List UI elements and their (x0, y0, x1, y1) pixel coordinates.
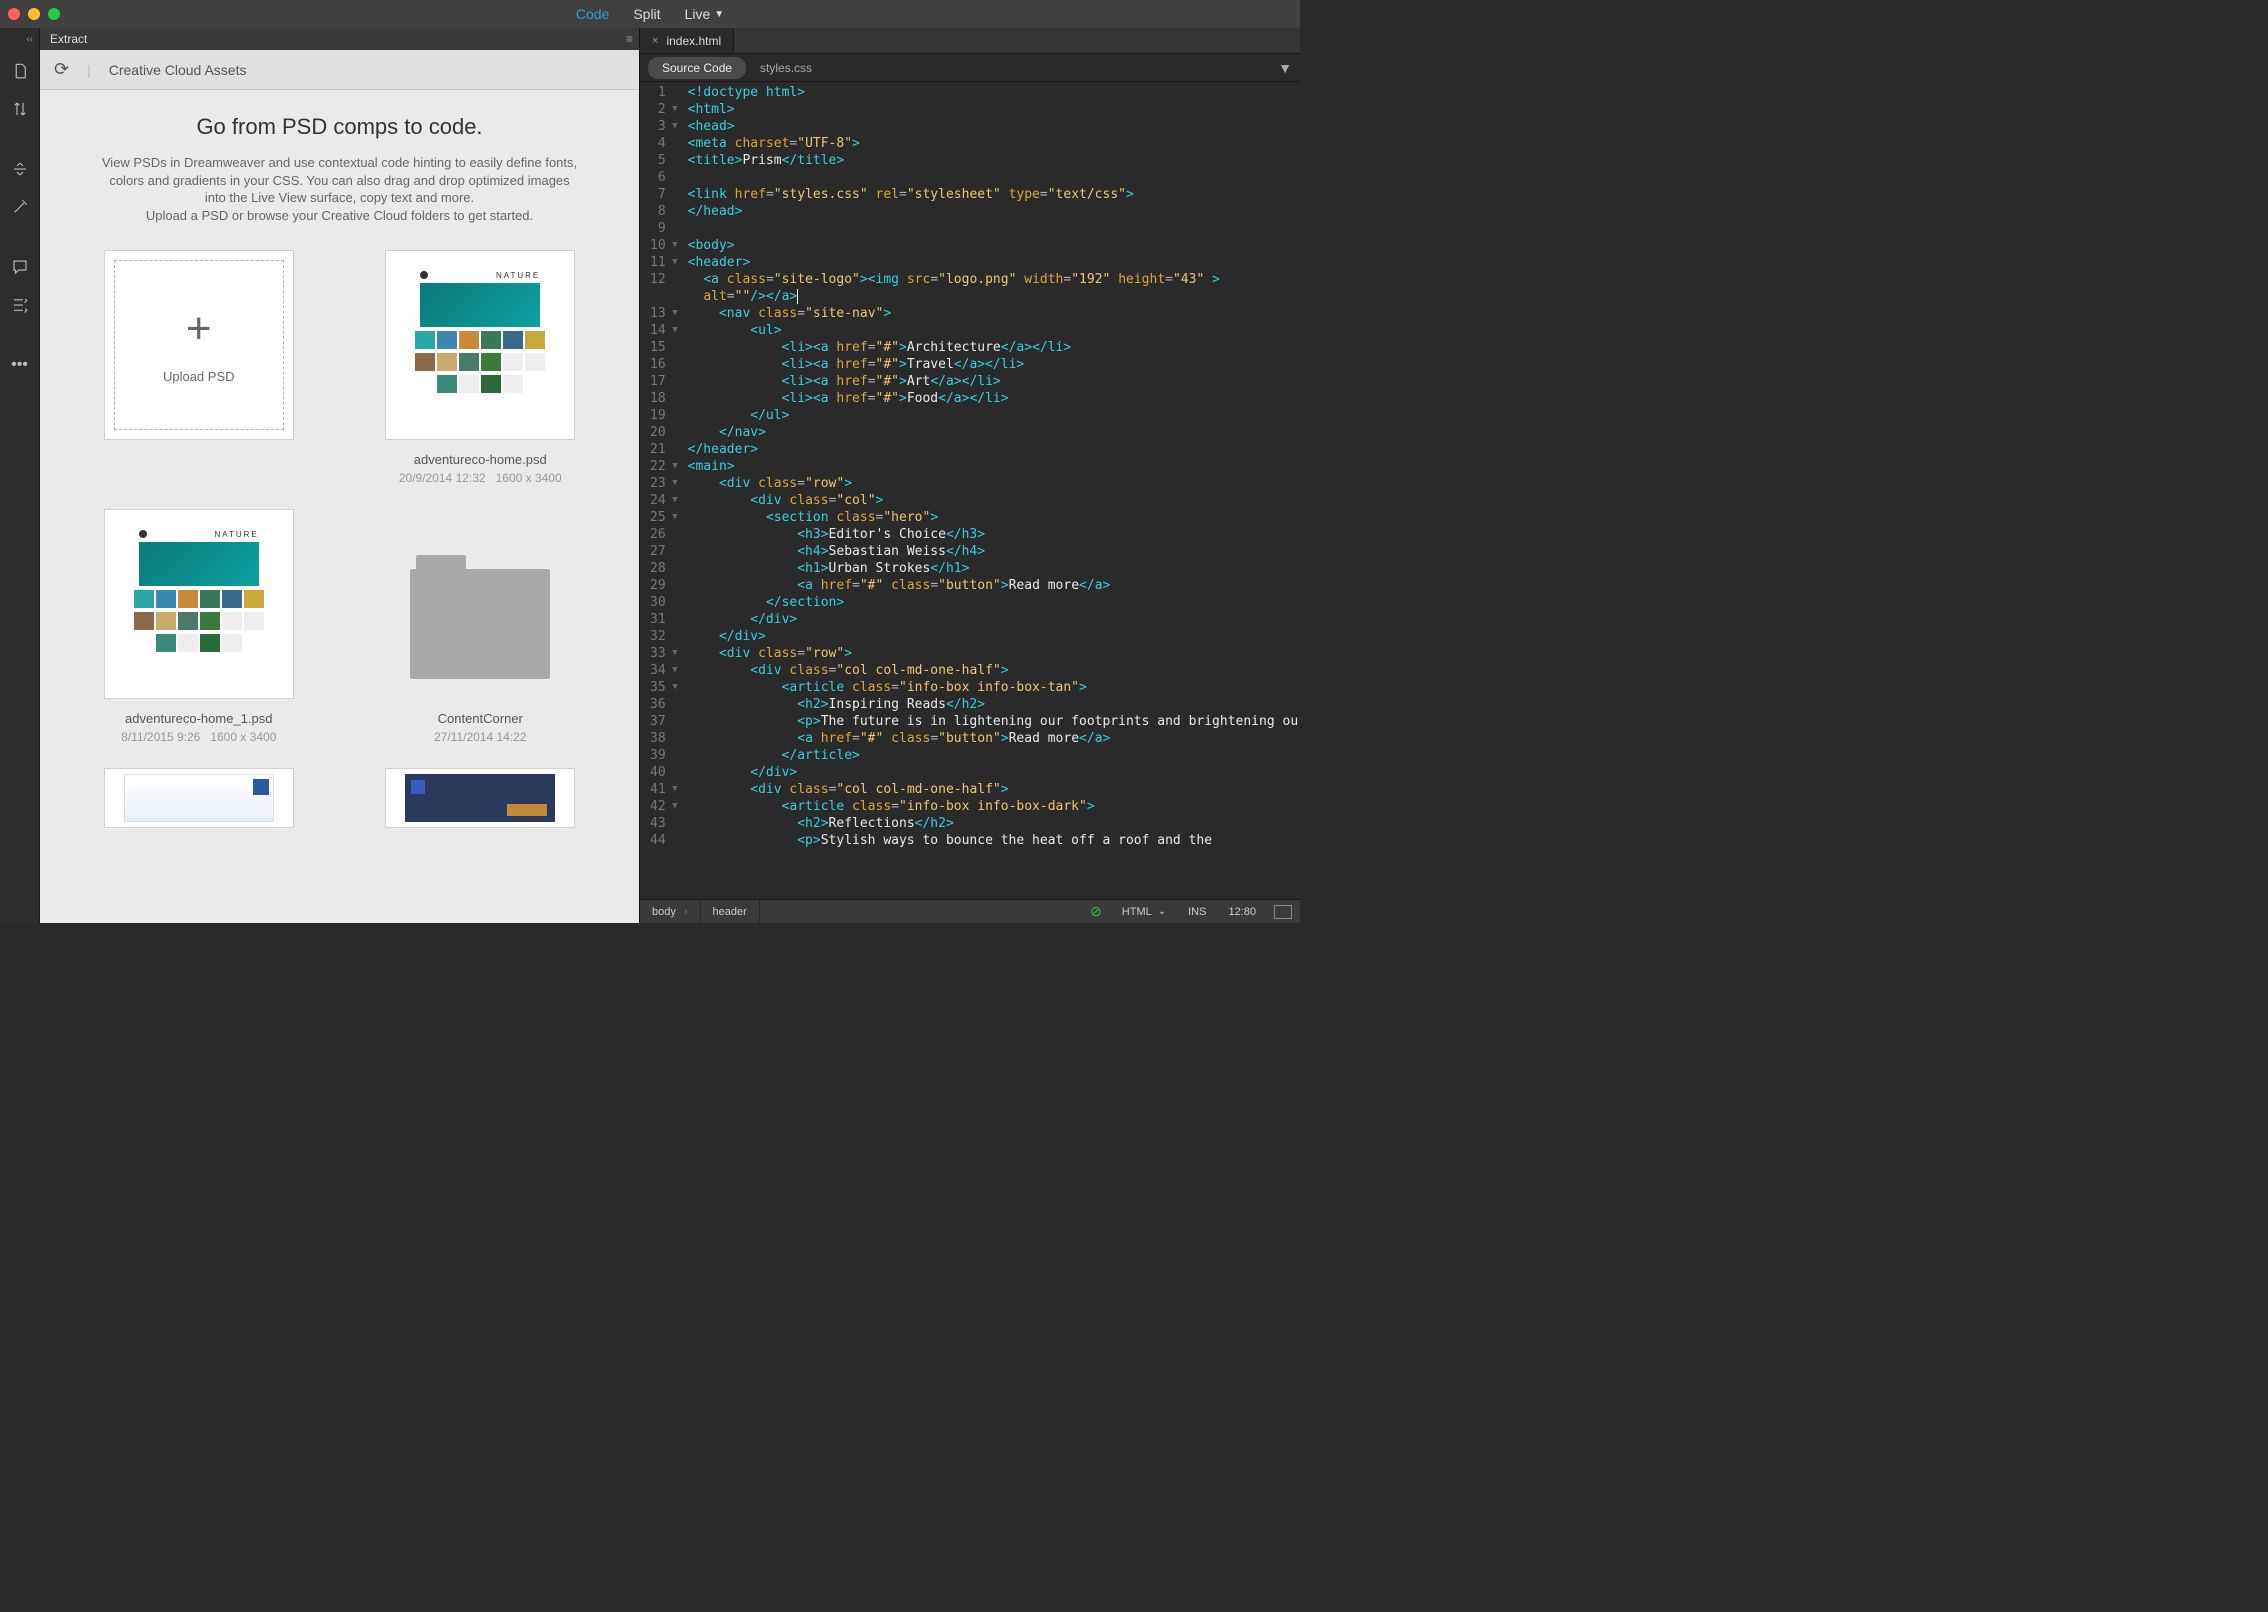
extract-content: Go from PSD comps to code. View PSDs in … (40, 90, 639, 923)
panel-menu-icon[interactable]: ≡ (626, 32, 633, 46)
chevron-down-icon: ⌄ (1158, 906, 1166, 917)
collapse-rail-icon[interactable]: ‹‹ (26, 34, 33, 45)
language-selector[interactable]: HTML⌄ (1112, 906, 1176, 918)
breadcrumb-body[interactable]: body (640, 900, 701, 923)
insert-mode[interactable]: INS (1176, 906, 1218, 918)
more-icon[interactable]: ••• (8, 353, 32, 377)
file-tabs: × index.html (640, 28, 1300, 54)
file-icon[interactable] (8, 59, 32, 83)
extract-panel-title: Extract (50, 32, 87, 46)
close-tab-icon[interactable]: × (652, 35, 658, 47)
checklist-icon[interactable] (8, 293, 32, 317)
source-tab-source-code[interactable]: Source Code (648, 57, 746, 79)
folder-name: ContentCorner (360, 711, 602, 726)
arrows-vertical-icon[interactable] (8, 97, 32, 121)
cursor-position: 12:80 (1218, 906, 1266, 918)
status-bar: body header ⊘ HTML⌄ INS 12:80 (640, 899, 1300, 923)
source-tabs: Source Code styles.css ▼ (640, 54, 1300, 82)
window-controls (8, 8, 60, 20)
psd-filename: adventureco-home_1.psd (78, 711, 320, 726)
line-number-gutter: 12▼3▼45678910▼11▼1213▼14▼151617181920212… (640, 82, 682, 899)
upload-label: Upload PSD (163, 369, 235, 384)
view-mode-code[interactable]: Code (576, 6, 609, 22)
comment-icon[interactable] (8, 255, 32, 279)
divider: | (87, 62, 91, 78)
view-mode-live-label: Live (685, 6, 711, 22)
cc-assets-label: Creative Cloud Assets (109, 62, 247, 78)
psd-item[interactable]: NATURE adventureco-home_1.psd 8/11/2015 … (78, 509, 320, 744)
zoom-window-icon[interactable] (48, 8, 60, 20)
view-mode-switcher: Code Split Live ▼ (576, 6, 724, 22)
psd-date: 8/11/2015 9:26 (121, 730, 200, 744)
folder-icon (410, 569, 550, 679)
minimize-window-icon[interactable] (28, 8, 40, 20)
view-mode-live[interactable]: Live ▼ (685, 6, 725, 22)
folder-item[interactable]: ContentCorner 27/11/2014 14:22 (360, 509, 602, 744)
extract-heading: Go from PSD comps to code. (58, 114, 621, 140)
code-content[interactable]: <!doctype html><html><head><meta charset… (682, 82, 1300, 899)
cc-assets-bar[interactable]: ⟳ | Creative Cloud Assets (40, 50, 639, 90)
file-tab[interactable]: × index.html (640, 28, 734, 53)
extract-panel: Extract ≡ ⟳ | Creative Cloud Assets Go f… (40, 28, 640, 923)
extract-description: View PSDs in Dreamweaver and use context… (100, 154, 580, 224)
creative-cloud-icon: ⟳ (54, 59, 69, 80)
psd-dims: 1600 x 3400 (496, 471, 562, 485)
psd-date: 20/9/2014 12:32 (399, 471, 486, 485)
code-editor-panel: × index.html Source Code styles.css ▼ 12… (640, 28, 1300, 923)
filter-icon[interactable]: ▼ (1278, 60, 1292, 76)
breadcrumb-header[interactable]: header (701, 900, 760, 923)
plus-icon: + (186, 307, 212, 351)
view-mode-split[interactable]: Split (633, 6, 660, 22)
source-tab-styles[interactable]: styles.css (746, 57, 826, 79)
status-ok-icon[interactable]: ⊘ (1080, 903, 1112, 920)
close-window-icon[interactable] (8, 8, 20, 20)
chevron-down-icon: ▼ (714, 9, 724, 20)
file-tab-label: index.html (666, 34, 721, 48)
psd-dims: 1600 x 3400 (210, 730, 276, 744)
expand-icon[interactable] (8, 157, 32, 181)
psd-item[interactable] (78, 768, 320, 840)
upload-psd-card[interactable]: + Upload PSD (78, 250, 320, 485)
psd-filename: adventureco-home.psd (360, 452, 602, 467)
extract-panel-header: Extract ≡ (40, 28, 639, 50)
code-editor[interactable]: 12▼3▼45678910▼11▼1213▼14▼151617181920212… (640, 82, 1300, 899)
psd-item[interactable]: NATURE adventureco-home.psd 20/9/2014 12… (360, 250, 602, 485)
psd-item[interactable] (360, 768, 602, 840)
folder-date: 27/11/2014 14:22 (434, 730, 527, 744)
titlebar: Code Split Live ▼ (0, 0, 1300, 28)
left-icon-rail: ‹‹ ••• (0, 28, 40, 923)
wand-icon[interactable] (8, 195, 32, 219)
overview-toggle-icon[interactable] (1274, 905, 1292, 919)
